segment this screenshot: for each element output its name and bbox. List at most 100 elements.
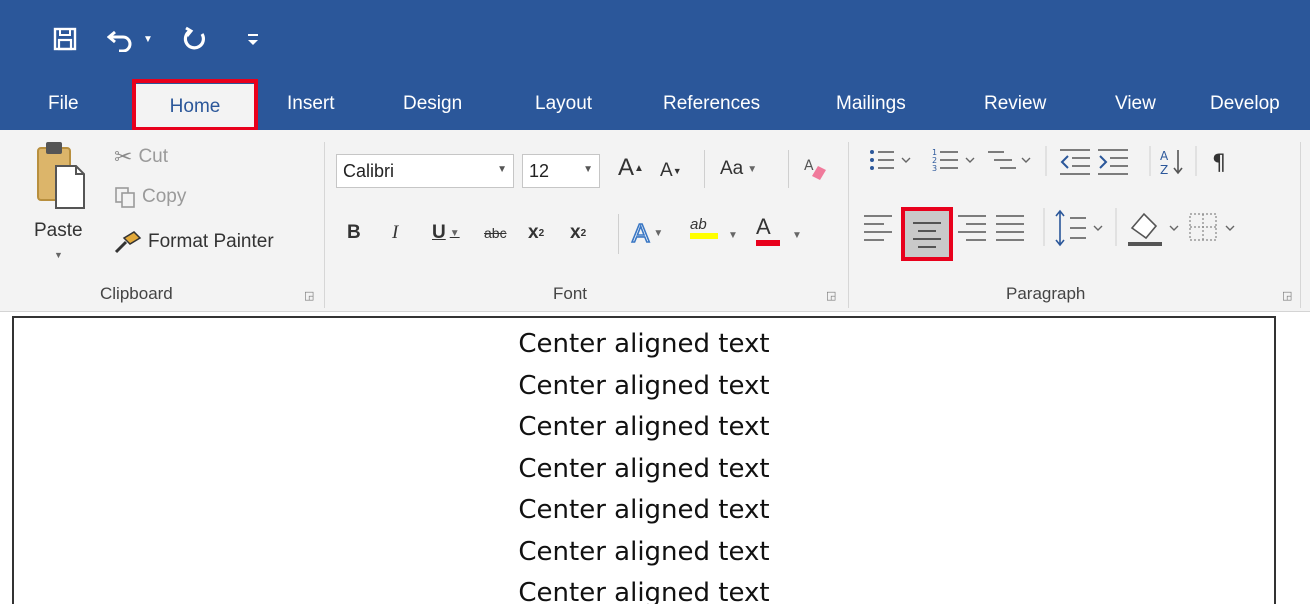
chevron-down-icon[interactable]: ▼	[792, 230, 802, 241]
clipboard-icon	[37, 142, 85, 209]
undo-button[interactable]: ▼	[104, 22, 156, 56]
multilevel-list-icon[interactable]	[988, 151, 1031, 169]
format-painter-icon	[114, 231, 142, 254]
chevron-down-icon[interactable]: ▼	[54, 250, 63, 260]
cut-button[interactable]: ✂ Cut	[114, 144, 168, 170]
shrink-font-button[interactable]: A ▼	[660, 160, 682, 182]
font-color-swatch	[756, 240, 780, 246]
tab-design[interactable]: Design	[403, 88, 462, 120]
sort-icon[interactable]: AZ	[1160, 149, 1183, 177]
document-body: Center aligned text Center aligned text …	[14, 318, 1274, 604]
font-color-button[interactable]: A	[756, 214, 780, 246]
strikethrough-label: abc	[484, 225, 507, 241]
undo-icon	[107, 30, 132, 52]
copy-button[interactable]: Copy	[114, 186, 186, 208]
tab-developer[interactable]: Develop	[1210, 88, 1280, 120]
font-name-combo[interactable]: Calibri ▼	[336, 154, 514, 188]
align-center-icon	[913, 222, 941, 248]
separator	[618, 214, 619, 254]
underline-button[interactable]: U ▼	[432, 222, 460, 244]
highlight-color-button[interactable]: ab	[690, 216, 718, 239]
bold-label: B	[347, 222, 361, 243]
tab-layout[interactable]: Layout	[535, 88, 592, 120]
document-page[interactable]: Center aligned text Center aligned text …	[12, 316, 1276, 604]
document-line: Center aligned text	[518, 453, 770, 484]
decrease-indent-icon[interactable]	[1060, 149, 1090, 175]
cut-label: Cut	[138, 146, 169, 167]
change-case-button[interactable]: Aa ▼	[720, 158, 757, 180]
customize-qat-icon[interactable]	[240, 22, 266, 56]
font-size-value: 12	[529, 160, 550, 181]
align-center-button[interactable]	[901, 207, 953, 261]
separator	[704, 150, 705, 188]
save-icon[interactable]	[50, 22, 80, 56]
tab-mailings[interactable]: Mailings	[836, 88, 906, 120]
chevron-down-icon[interactable]: ▼	[583, 164, 593, 175]
dialog-launcher-icon[interactable]: ◲	[304, 290, 316, 302]
highlight-swatch	[690, 233, 718, 239]
group-separator	[848, 142, 849, 308]
document-line: Center aligned text	[518, 412, 770, 442]
dialog-launcher-icon[interactable]: ◲	[826, 290, 838, 302]
superscript-button[interactable]: x2	[570, 222, 586, 244]
tab-file[interactable]: File	[48, 88, 79, 120]
home-tab-highlight	[132, 79, 258, 131]
tab-references[interactable]: References	[663, 88, 760, 120]
subscript-button[interactable]: x2	[528, 222, 544, 244]
font-name-value: Calibri	[343, 160, 395, 181]
copy-label: Copy	[142, 186, 187, 207]
borders-icon[interactable]	[1189, 213, 1235, 241]
clipboard-group-label: Clipboard	[100, 284, 173, 303]
subscript-label: x	[528, 222, 539, 243]
grow-font-button[interactable]: A ▲	[618, 154, 644, 182]
group-separator	[324, 142, 325, 308]
group-separator	[1300, 142, 1301, 308]
quick-access-toolbar: ▼	[0, 0, 1310, 72]
numbering-icon[interactable]: 123	[932, 148, 975, 173]
separator	[788, 150, 789, 188]
text-effects-label: A	[631, 217, 650, 249]
chevron-down-icon[interactable]: ▼	[143, 34, 153, 45]
format-painter-button[interactable]: Format Painter	[114, 230, 274, 254]
document-line: Center aligned text	[518, 329, 770, 359]
show-formatting-icon[interactable]: ¶	[1212, 151, 1226, 176]
align-right-icon[interactable]	[958, 215, 986, 241]
chevron-down-icon: ▼	[449, 227, 460, 239]
tab-view[interactable]: View	[1115, 88, 1156, 120]
shading-icon[interactable]	[1128, 212, 1179, 246]
chevron-down-icon[interactable]: ▼	[497, 164, 507, 175]
dialog-launcher-icon[interactable]: ◲	[1282, 290, 1294, 302]
redo-icon[interactable]	[180, 22, 210, 56]
bold-button[interactable]: B	[347, 222, 361, 244]
italic-button[interactable]: I	[392, 222, 398, 244]
ribbon: Paste ▼ ✂ Cut Copy Format Painter Clipbo…	[0, 130, 1310, 312]
shrink-font-label: A	[660, 160, 673, 181]
highlight-label: ab	[690, 216, 707, 233]
clear-formatting-button[interactable]: A	[804, 156, 828, 180]
clear-formatting-icon: A	[804, 158, 826, 180]
bullets-icon[interactable]	[870, 150, 911, 170]
line-spacing-icon[interactable]	[1055, 209, 1103, 247]
document-line: Center aligned text	[518, 495, 770, 525]
paste-button[interactable]: Paste ▼	[30, 138, 90, 268]
justify-icon[interactable]	[996, 215, 1024, 241]
scissors-icon: ✂	[114, 144, 133, 169]
chevron-down-icon[interactable]: ▼	[728, 230, 738, 241]
chevron-down-icon: ▼	[747, 163, 758, 175]
chevron-down-icon: ▼	[653, 228, 664, 239]
document-line: Center aligned text	[518, 536, 770, 567]
superscript-label: x	[570, 222, 581, 243]
text-effects-button[interactable]: A ▼	[631, 217, 664, 249]
paragraph-group-label: Paragraph	[1006, 284, 1086, 303]
tab-insert[interactable]: Insert	[287, 88, 335, 120]
increase-indent-icon[interactable]	[1098, 149, 1128, 175]
align-left-icon[interactable]	[864, 215, 892, 241]
copy-icon	[115, 187, 135, 208]
strikethrough-button[interactable]: abc	[484, 225, 507, 241]
font-size-combo[interactable]: 12 ▼	[522, 154, 600, 188]
underline-label: U	[432, 222, 446, 243]
document-line: Center aligned text	[518, 578, 770, 604]
svg-text:A: A	[804, 158, 814, 174]
tab-review[interactable]: Review	[984, 88, 1046, 120]
document-line: Center aligned text	[518, 370, 770, 401]
